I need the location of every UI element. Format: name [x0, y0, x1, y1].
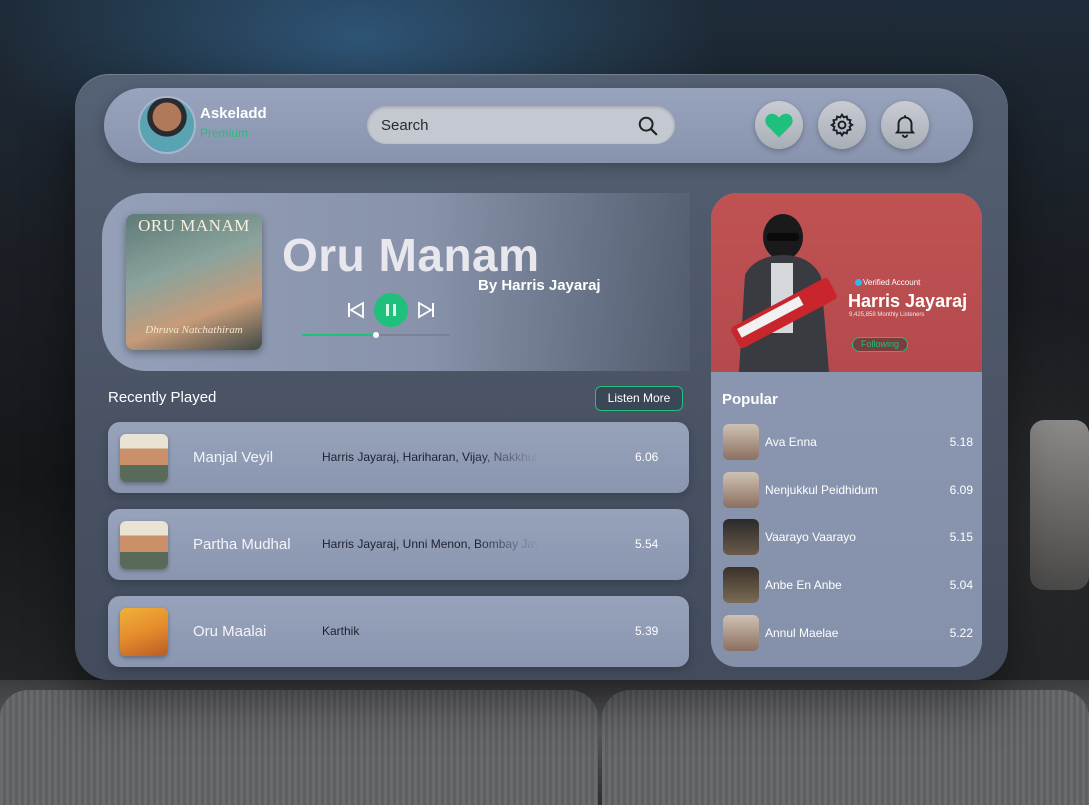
song-title: Oru Manam	[282, 229, 540, 281]
popular-item[interactable]: Annul Maelae 5.22	[723, 615, 973, 651]
track-thumbnail	[723, 519, 759, 555]
sofa-left	[0, 690, 598, 805]
cover-title: ORU MANAM	[138, 216, 250, 235]
progress-fill	[302, 334, 376, 336]
track-title: Annul Maelae	[765, 626, 839, 640]
track-artists: Harris Jayaraj, Unni Menon, Bombay Jayas…	[322, 537, 540, 551]
artist-card: Verified Account Harris Jayaraj 9,425,85…	[711, 193, 982, 667]
track-duration: 5.04	[949, 578, 973, 592]
verified-icon	[855, 279, 862, 286]
track-title: Anbe En Anbe	[765, 578, 842, 592]
verified-text: Verified Account	[863, 278, 921, 287]
following-button[interactable]: Following	[852, 337, 908, 352]
track-thumbnail	[723, 472, 759, 508]
pause-button[interactable]	[374, 293, 408, 327]
avatar[interactable]	[138, 96, 196, 154]
popular-item[interactable]: Anbe En Anbe 5.04	[723, 567, 973, 603]
favorites-button[interactable]	[755, 101, 803, 149]
heart-icon	[765, 113, 793, 138]
progress-bar[interactable]	[302, 332, 450, 338]
list-item[interactable]: Partha Mudhal Harris Jayaraj, Unni Menon…	[108, 509, 689, 580]
armchair	[1030, 420, 1089, 590]
popular-item[interactable]: Ava Enna 5.18	[723, 424, 973, 460]
track-duration: 5.15	[949, 530, 973, 544]
plan-badge: Premium	[200, 126, 249, 140]
sofa-right	[602, 690, 1089, 805]
popular-item[interactable]: Vaarayo Vaarayo 5.15	[723, 519, 973, 555]
notifications-button[interactable]	[881, 101, 929, 149]
username: Askeladd	[200, 105, 267, 122]
track-title: Nenjukkul Peidhidum	[765, 483, 878, 497]
track-duration: 5.54	[635, 537, 659, 551]
progress-knob[interactable]	[373, 332, 379, 338]
settings-button[interactable]	[818, 101, 866, 149]
pause-icon	[386, 304, 396, 316]
artist-photo	[731, 214, 837, 372]
track-title: Vaarayo Vaarayo	[765, 530, 856, 544]
track-title: Manjal Veyil	[193, 449, 274, 466]
track-thumbnail	[120, 608, 168, 656]
cover-subtitle: Dhruva Natchathiram	[145, 324, 243, 336]
popular-title: Popular	[722, 391, 778, 408]
track-thumbnail	[120, 434, 168, 482]
verified-label: Verified Account	[855, 278, 920, 287]
gear-icon	[829, 112, 854, 138]
listen-more-button[interactable]: Listen More	[595, 386, 683, 411]
popular-item[interactable]: Nenjukkul Peidhidum 6.09	[723, 472, 973, 508]
artist-hero: Verified Account Harris Jayaraj 9,425,85…	[711, 193, 982, 372]
list-item[interactable]: Oru Maalai Karthik 5.39	[108, 596, 689, 667]
monthly-listeners: 9,425,858 Monthly Listeners	[849, 312, 925, 318]
track-title: Partha Mudhal	[193, 536, 291, 553]
artist-name: Harris Jayaraj	[848, 291, 968, 311]
track-duration: 5.39	[635, 624, 659, 638]
track-duration: 5.18	[949, 435, 973, 449]
track-duration: 6.06	[635, 450, 659, 464]
track-duration: 6.09	[949, 483, 973, 497]
track-artists: Karthik	[322, 624, 360, 638]
search-icon[interactable]	[637, 115, 659, 137]
track-title: Ava Enna	[765, 435, 817, 449]
track-duration: 5.22	[949, 626, 973, 640]
list-item[interactable]: Manjal Veyil Harris Jayaraj, Hariharan, …	[108, 422, 689, 493]
search-input[interactable]	[381, 106, 621, 144]
track-thumbnail	[723, 615, 759, 651]
track-thumbnail	[723, 424, 759, 460]
track-thumbnail	[723, 567, 759, 603]
album-cover: ORU MANAM Dhruva Natchathiram	[126, 214, 262, 350]
search-bar	[367, 106, 675, 144]
track-title: Oru Maalai	[193, 623, 267, 640]
recently-played-title: Recently Played	[108, 389, 217, 406]
bell-icon	[894, 115, 916, 138]
next-icon[interactable]	[416, 300, 436, 320]
previous-icon[interactable]	[346, 300, 366, 320]
song-artist: By Harris Jayaraj	[478, 277, 601, 294]
track-artists: Harris Jayaraj, Hariharan, Vijay, Nakkhu…	[322, 450, 537, 464]
track-thumbnail	[120, 521, 168, 569]
